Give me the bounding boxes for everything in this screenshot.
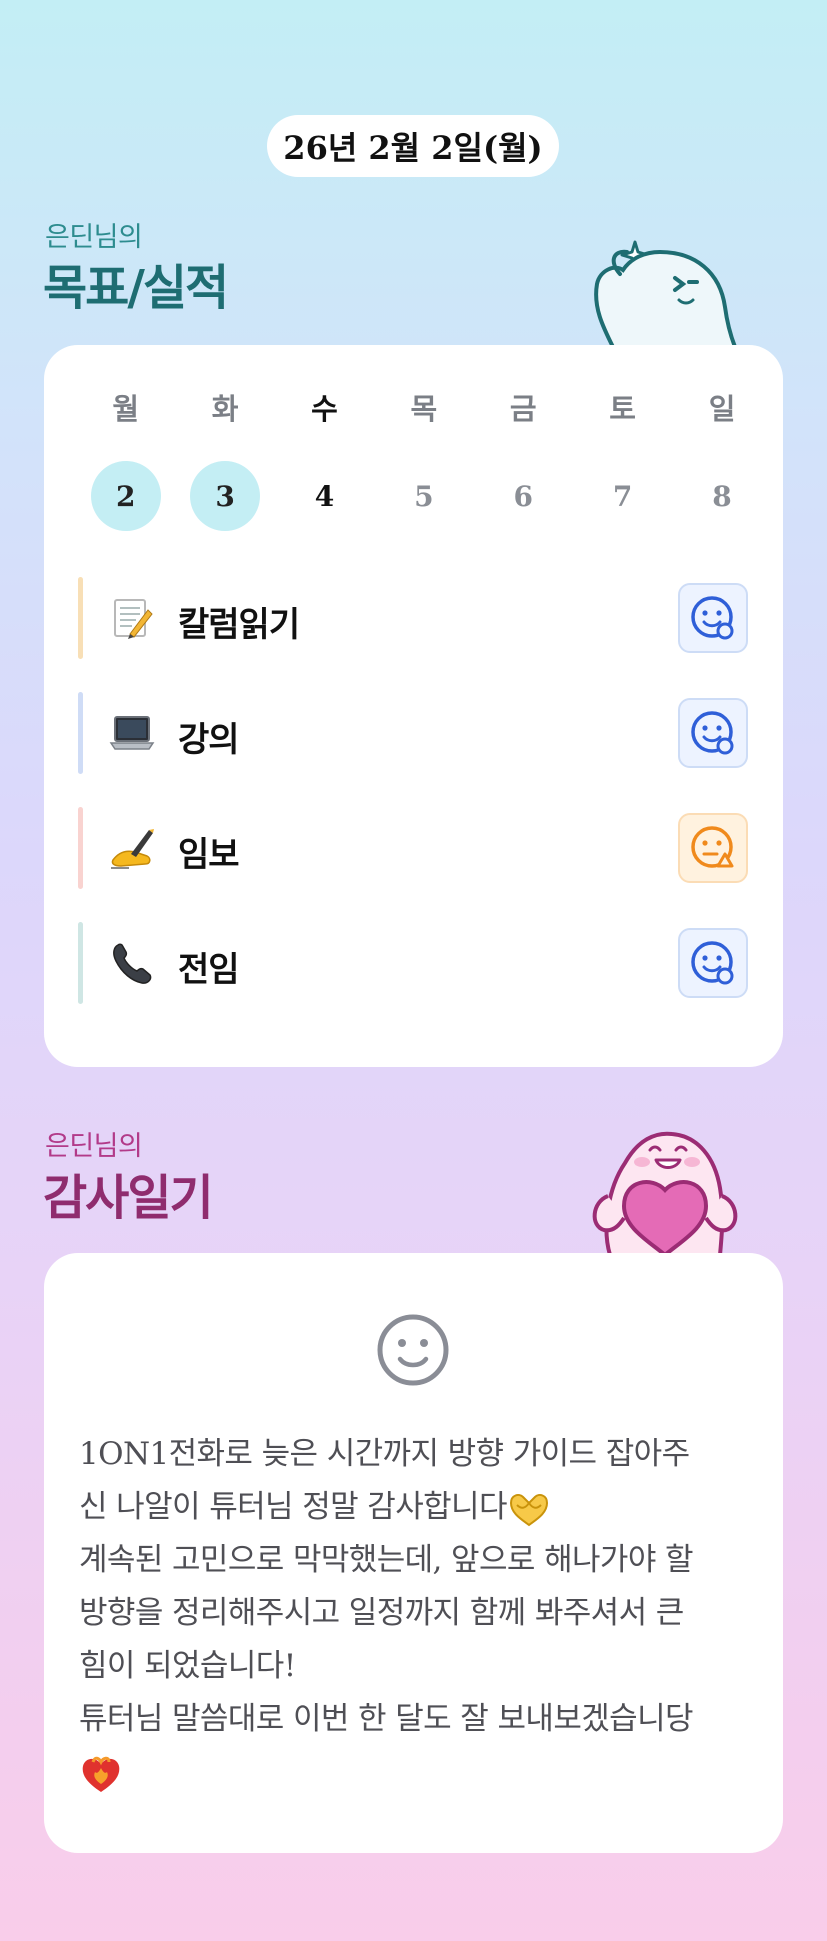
smile-status-icon <box>691 941 734 985</box>
status-smile-button[interactable] <box>678 583 748 653</box>
weekday-sun: 일 <box>708 392 736 426</box>
weekday-fri: 금 <box>509 392 537 426</box>
date-pill[interactable]: 26년 2월 2일(월) <box>267 115 559 177</box>
diary-title: 감사일기 <box>43 1170 214 1226</box>
weekday-header: 월 화 수 목 금 토 일 <box>76 387 772 427</box>
goal-label: 강의 <box>178 720 240 760</box>
goal-label: 임보 <box>178 835 240 875</box>
heart-on-fire-icon <box>82 1756 120 1792</box>
date-7[interactable]: 7 <box>588 461 658 531</box>
goal-color-bar <box>78 807 83 889</box>
meh-status-icon <box>691 826 734 868</box>
heart-mascot-illustration <box>592 1131 738 1255</box>
goals-title: 목표/실적 <box>43 260 229 316</box>
date-8[interactable]: 8 <box>687 461 757 531</box>
diary-line: 튜터님 말씀대로 이번 한 달도 잘 보내보겠습니당 <box>79 1701 694 1737</box>
smile-status-icon <box>691 711 734 755</box>
memo-icon <box>108 594 156 642</box>
goal-color-bar <box>78 922 83 1004</box>
heart-hands-icon <box>509 1493 548 1526</box>
weekday-tue: 화 <box>211 392 239 426</box>
goal-item[interactable]: 전임 <box>78 922 748 1004</box>
date-label: 26년 2월 2일(월) <box>283 129 543 167</box>
writing-hand-icon <box>108 824 156 872</box>
diary-line: 계속된 고민으로 막막했는데, 앞으로 해나가야 할 <box>79 1542 694 1578</box>
diary-card: 1ON1전화로 늦은 시간까지 방향 가이드 잡아주 신 나알이 튜터님 정말 … <box>44 1253 783 1853</box>
diary-body: 1ON1전화로 늦은 시간까지 방향 가이드 잡아주 신 나알이 튜터님 정말 … <box>79 1428 759 1799</box>
date-6[interactable]: 6 <box>488 461 558 531</box>
date-2[interactable]: 2 <box>90 461 161 531</box>
status-smile-button[interactable] <box>678 698 748 768</box>
diary-line: 신 나알이 튜터님 정말 감사합니다 <box>79 1489 508 1525</box>
smile-outline-icon <box>377 1314 449 1386</box>
status-meh-button[interactable] <box>678 813 748 883</box>
weekday-mon: 월 <box>112 392 140 426</box>
date-row: 2 3 4 5 6 7 8 <box>76 460 772 532</box>
date-4[interactable]: 4 <box>289 461 359 531</box>
date-3[interactable]: 3 <box>190 461 261 531</box>
ghost-mascot-illustration <box>594 240 738 347</box>
weekday-sat: 토 <box>609 392 636 426</box>
goal-item[interactable]: 칼럼읽기 <box>78 577 748 659</box>
diary-line: 방향을 정리해주시고 일정까지 함께 봐주셔서 큰 <box>79 1595 684 1631</box>
goal-color-bar <box>78 692 83 774</box>
weekday-wed: 수 <box>311 392 338 426</box>
smile-status-icon <box>691 596 734 640</box>
weekday-thu: 목 <box>410 392 438 426</box>
goal-label: 전임 <box>178 950 240 990</box>
status-smile-button[interactable] <box>678 928 748 998</box>
goal-label: 칼럼읽기 <box>178 605 300 645</box>
laptop-icon <box>108 709 156 757</box>
goal-item[interactable]: 임보 <box>78 807 748 889</box>
goals-card: 월 화 수 목 금 토 일 2 3 4 5 6 7 8 칼럼읽기 강의 임보 전… <box>44 345 783 1067</box>
diary-line: 1ON1전화로 늦은 시간까지 방향 가이드 잡아주 <box>79 1436 690 1472</box>
diary-line: 힘이 되었습니다! <box>79 1648 296 1684</box>
goal-item[interactable]: 강의 <box>78 692 748 774</box>
date-5[interactable]: 5 <box>389 461 459 531</box>
telephone-icon <box>108 939 156 987</box>
goal-color-bar <box>78 577 83 659</box>
